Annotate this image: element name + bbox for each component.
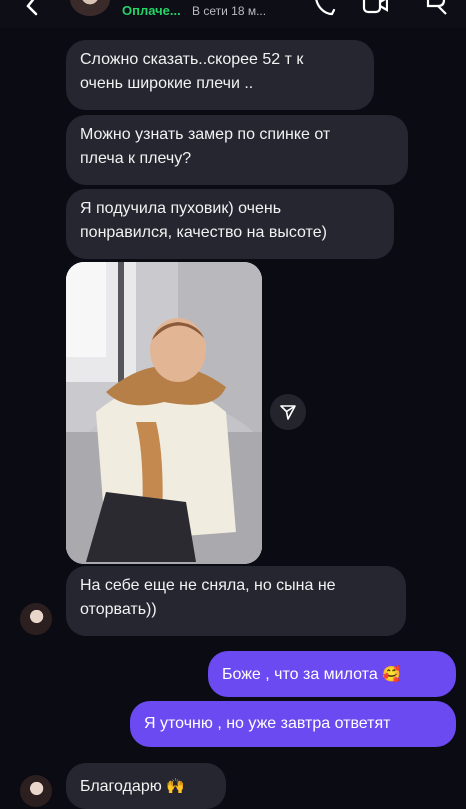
message-incoming[interactable]: На себе еще не сняла, но сына не оторват…: [66, 566, 406, 636]
send-icon: [280, 405, 296, 420]
online-status: В сети 18 м...: [192, 4, 267, 18]
message-outgoing[interactable]: Боже , что за милота 🥰: [208, 651, 456, 697]
message-incoming[interactable]: Благодарю 🙌: [66, 763, 226, 809]
contact-avatar[interactable]: [20, 775, 52, 807]
message-text: Можно узнать замер по спинке от: [80, 126, 331, 143]
photo-attachment[interactable]: [66, 262, 262, 564]
message-text: понравился, качество на высоте): [80, 224, 327, 241]
phone-icon[interactable]: [310, 0, 336, 18]
message-text: Благодарю: [80, 778, 162, 795]
contact-avatar[interactable]: [20, 603, 52, 635]
message-incoming[interactable]: Можно узнать замер по спинке от плеча к …: [66, 115, 408, 185]
message-incoming[interactable]: Сложно сказать..скорее 52 т к очень широ…: [66, 40, 374, 110]
video-icon[interactable]: [362, 0, 388, 18]
message-text: очень широкие плечи ..: [80, 75, 254, 92]
message-text: плеча к плечу?: [80, 150, 192, 167]
smiling-hearts-emoji-icon: 🥰: [382, 665, 401, 683]
raised-hands-emoji-icon: 🙌: [166, 777, 185, 795]
back-icon[interactable]: [24, 0, 40, 16]
chat-header: Оплаче... В сети 18 м...: [0, 0, 466, 28]
message-text: Сложно сказать..скорее 52 т к: [80, 51, 304, 68]
message-text: Я подучила пуховик) очень: [80, 200, 282, 217]
message-text: Я уточню , но уже завтра ответят: [144, 715, 391, 732]
contact-name[interactable]: Оплаче...: [122, 3, 181, 18]
share-button[interactable]: [270, 394, 306, 430]
flag-icon[interactable]: [424, 0, 450, 18]
message-text: На себе еще не сняла, но сына не: [80, 577, 336, 594]
message-text: оторвать)): [80, 601, 157, 618]
contact-avatar[interactable]: [70, 0, 110, 16]
message-text: Боже , что за милота: [222, 666, 378, 683]
message-incoming[interactable]: Я подучила пуховик) очень понравился, ка…: [66, 189, 394, 259]
message-outgoing[interactable]: Я уточню , но уже завтра ответят: [130, 701, 456, 747]
